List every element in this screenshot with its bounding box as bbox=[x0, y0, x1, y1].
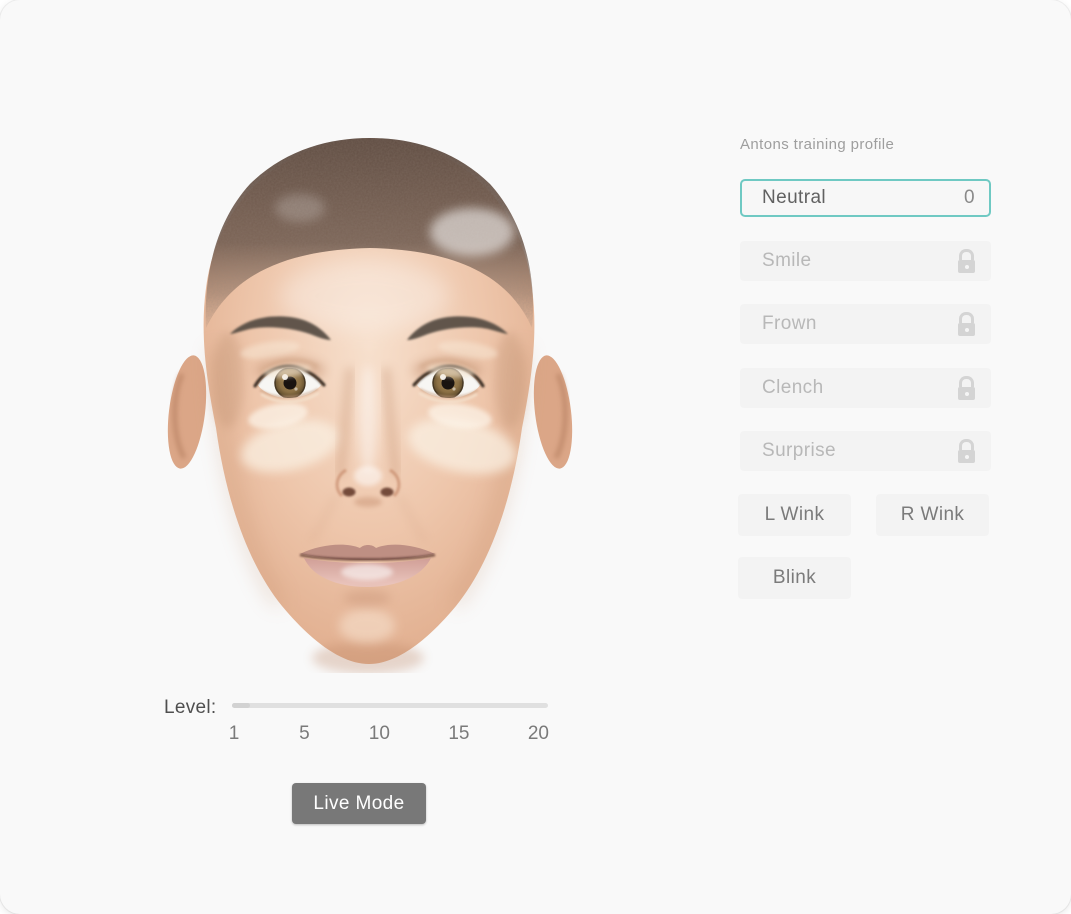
face-avatar-illustration bbox=[167, 138, 573, 674]
training-card: Antons training profile Neutral 0 Smile … bbox=[0, 0, 1071, 914]
tick-label-5: 5 bbox=[299, 723, 310, 744]
level-slider-thumb[interactable] bbox=[232, 703, 250, 708]
tick-label-15: 15 bbox=[448, 723, 470, 744]
expression-button-surprise[interactable]: Surprise bbox=[740, 431, 991, 471]
expression-button-frown[interactable]: Frown bbox=[740, 304, 991, 344]
lock-icon bbox=[958, 376, 975, 400]
expression-label: Smile bbox=[762, 250, 812, 271]
tick-label-1: 1 bbox=[228, 723, 240, 744]
right-wink-button[interactable]: R Wink bbox=[876, 494, 989, 536]
blink-button[interactable]: Blink bbox=[738, 557, 851, 599]
tick-label-10: 10 bbox=[368, 723, 390, 744]
level-tick-labels: 1 5 10 15 20 bbox=[228, 723, 549, 745]
expression-button-smile[interactable]: Smile bbox=[740, 241, 991, 281]
left-wink-button[interactable]: L Wink bbox=[738, 494, 851, 536]
expression-value: 0 bbox=[964, 187, 975, 208]
profile-title: Antons training profile bbox=[740, 136, 895, 153]
expression-label: Surprise bbox=[762, 440, 836, 461]
lock-icon bbox=[958, 249, 975, 273]
lock-icon bbox=[958, 439, 975, 463]
level-slider[interactable] bbox=[232, 703, 548, 708]
lock-icon bbox=[958, 312, 975, 336]
expression-label: Frown bbox=[762, 313, 817, 334]
expression-label: Clench bbox=[762, 377, 824, 398]
expression-label: Neutral bbox=[762, 187, 827, 208]
level-label: Level: bbox=[164, 697, 217, 718]
expression-button-neutral[interactable]: Neutral 0 bbox=[740, 179, 991, 217]
face-avatar bbox=[150, 128, 590, 674]
tick-label-20: 20 bbox=[527, 723, 549, 744]
expression-button-clench[interactable]: Clench bbox=[740, 368, 991, 408]
live-mode-button[interactable]: Live Mode bbox=[292, 783, 426, 824]
